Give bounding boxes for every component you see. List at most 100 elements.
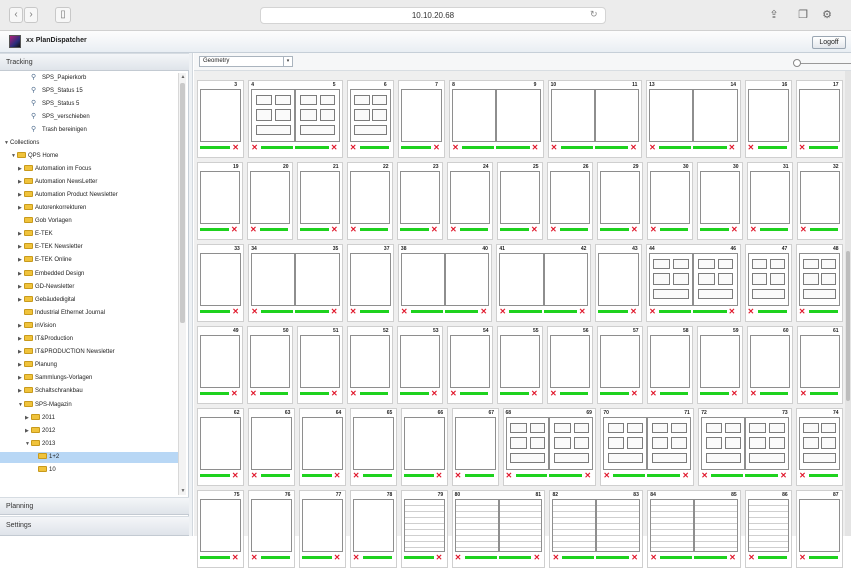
page-thumbnail[interactable] (450, 171, 490, 224)
error-x-icon[interactable]: ✕ (551, 144, 558, 152)
page-thumbnail[interactable] (200, 335, 240, 388)
page-thumbnail[interactable] (301, 417, 343, 470)
page-thumbnail[interactable] (550, 335, 590, 388)
page-thumbnail[interactable] (600, 171, 640, 224)
page-thumbnail[interactable] (693, 89, 738, 142)
page-thumbnail[interactable] (650, 499, 695, 552)
page-thumbnail[interactable] (300, 335, 340, 388)
error-x-icon[interactable]: ✕ (251, 308, 258, 316)
logoff-button[interactable]: Logoff (812, 36, 846, 49)
page-thumbnail[interactable] (350, 335, 390, 388)
error-x-icon[interactable]: ✕ (532, 144, 539, 152)
address-bar[interactable]: 10.10.20.68 (260, 7, 606, 24)
page-thumbnail[interactable] (550, 171, 590, 224)
error-x-icon[interactable]: ✕ (433, 144, 440, 152)
error-x-icon[interactable]: ✕ (631, 226, 638, 234)
error-x-icon[interactable]: ✕ (550, 390, 557, 398)
error-x-icon[interactable]: ✕ (353, 554, 360, 562)
tree-item[interactable]: Gob Vorlagen (0, 216, 72, 227)
error-x-icon[interactable]: ✕ (731, 226, 738, 234)
error-x-icon[interactable]: ✕ (579, 308, 586, 316)
tree-item[interactable]: ⚲ SPS_Status 15 (0, 85, 83, 96)
back-button[interactable]: ‹ (9, 7, 23, 23)
gear-icon[interactable]: ⚙ (820, 8, 834, 22)
error-x-icon[interactable]: ✕ (431, 390, 438, 398)
tree-item[interactable]: ▶ Planung (0, 360, 57, 371)
page-thumbnail[interactable] (701, 417, 746, 470)
error-x-icon[interactable]: ✕ (231, 390, 238, 398)
page-thumbnail[interactable] (352, 499, 394, 552)
error-x-icon[interactable]: ✕ (550, 226, 557, 234)
error-x-icon[interactable]: ✕ (350, 308, 357, 316)
error-x-icon[interactable]: ✕ (251, 554, 258, 562)
tree-item[interactable]: ▶ Automation NewsLetter (0, 177, 97, 188)
error-x-icon[interactable]: ✕ (650, 390, 657, 398)
tree-item[interactable]: ▶ inVision (0, 321, 56, 332)
page-thumbnail[interactable] (800, 171, 840, 224)
pane-splitter[interactable] (189, 53, 193, 536)
page-thumbnail[interactable] (649, 89, 694, 142)
page-thumbnail[interactable] (799, 417, 840, 470)
page-thumbnail[interactable] (250, 171, 290, 224)
page-thumbnail[interactable] (450, 335, 490, 388)
error-x-icon[interactable]: ✕ (748, 554, 755, 562)
page-thumbnail[interactable] (403, 499, 445, 552)
tree-item[interactable]: ▶ 2011 (0, 413, 55, 424)
page-thumbnail[interactable] (300, 171, 340, 224)
error-x-icon[interactable]: ✕ (331, 308, 338, 316)
error-x-icon[interactable]: ✕ (334, 472, 341, 480)
page-thumbnail[interactable] (400, 171, 440, 224)
tree-item[interactable]: ⚲ SPS_Papierkorb (0, 72, 86, 83)
tree-item[interactable]: ⚲ SPS_Status 5 (0, 98, 79, 109)
share-icon[interactable]: ⇪ (767, 8, 781, 22)
error-x-icon[interactable]: ✕ (334, 554, 341, 562)
error-x-icon[interactable]: ✕ (750, 390, 757, 398)
page-thumbnail[interactable] (250, 417, 292, 470)
accordion-tracking[interactable]: Tracking (0, 53, 189, 71)
tree-item[interactable]: ⚲ Trash bereinigen (0, 124, 87, 135)
page-thumbnail[interactable] (200, 171, 240, 224)
error-x-icon[interactable]: ✕ (251, 472, 258, 480)
page-thumbnail[interactable] (798, 253, 840, 306)
scrollbar-thumb[interactable] (180, 83, 185, 323)
error-x-icon[interactable]: ✕ (499, 308, 506, 316)
error-x-icon[interactable]: ✕ (701, 472, 708, 480)
page-thumbnail[interactable] (543, 253, 588, 306)
page-thumbnail[interactable] (349, 253, 391, 306)
reload-icon[interactable]: ↻ (590, 9, 598, 20)
error-x-icon[interactable]: ✕ (649, 144, 656, 152)
flatplan-scrollbar-thumb[interactable] (846, 251, 850, 401)
sidebar-toggle-button[interactable]: ▯ (55, 7, 71, 23)
error-x-icon[interactable]: ✕ (232, 144, 239, 152)
page-thumbnail[interactable] (403, 417, 445, 470)
tree-item[interactable]: ▼Collections (0, 138, 39, 149)
error-x-icon[interactable]: ✕ (800, 390, 807, 398)
zoom-slider[interactable] (797, 63, 851, 64)
error-x-icon[interactable]: ✕ (729, 144, 736, 152)
error-x-icon[interactable]: ✕ (631, 554, 638, 562)
page-thumbnail[interactable] (597, 253, 640, 306)
page-thumbnail[interactable] (693, 253, 738, 306)
page-thumbnail[interactable] (349, 89, 391, 142)
tree-scrollbar[interactable]: ▲ ▼ (178, 73, 186, 495)
tree-item[interactable]: ▶ E-TEK Online (0, 255, 72, 266)
page-thumbnail[interactable] (552, 499, 597, 552)
view-mode-select[interactable]: Geometry ▾ (199, 56, 293, 67)
page-thumbnail[interactable] (295, 89, 340, 142)
page-thumbnail[interactable] (550, 89, 595, 142)
page-thumbnail[interactable] (799, 499, 840, 552)
forward-button[interactable]: › (24, 7, 38, 23)
error-x-icon[interactable]: ✕ (631, 390, 638, 398)
error-x-icon[interactable]: ✕ (603, 472, 610, 480)
error-x-icon[interactable]: ✕ (353, 472, 360, 480)
page-thumbnail[interactable] (745, 417, 790, 470)
error-x-icon[interactable]: ✕ (452, 144, 459, 152)
tree-item[interactable]: ▶ E-TEK (0, 229, 53, 240)
tree-item[interactable]: ▼ QPS Home (0, 151, 58, 162)
page-thumbnail[interactable] (700, 171, 740, 224)
page-thumbnail[interactable] (747, 253, 789, 306)
tabs-icon[interactable]: ❐ (796, 8, 810, 22)
error-x-icon[interactable]: ✕ (350, 226, 357, 234)
page-thumbnail[interactable] (454, 499, 499, 552)
tree-item[interactable]: ⚲ SPS_verschieben (0, 111, 90, 122)
